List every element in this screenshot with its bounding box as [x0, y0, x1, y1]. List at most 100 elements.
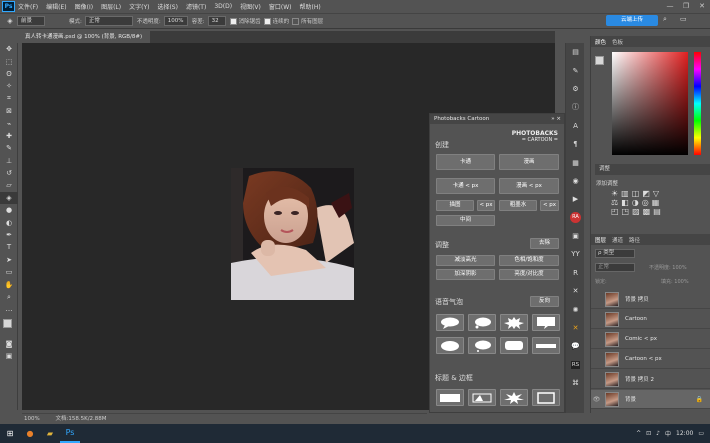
menu-select[interactable]: 选择(S)	[157, 2, 178, 11]
tolerance-input[interactable]: 32	[207, 16, 226, 26]
quick-mask-icon[interactable]: ◙	[0, 338, 18, 350]
cartoon-plugin-icon[interactable]: ✕	[566, 319, 585, 337]
zoom-level[interactable]: 100%	[24, 416, 40, 422]
cloud-bubble-button[interactable]	[436, 337, 464, 354]
edit-toolbar-icon[interactable]: …	[0, 303, 18, 315]
document-image[interactable]	[231, 168, 354, 300]
fill-source-select[interactable]: 前景	[17, 16, 45, 26]
layer-row[interactable]: Cartoon < px	[591, 350, 710, 369]
color-foreground-swatch[interactable]	[595, 56, 604, 65]
sketch-px-button[interactable]: < px	[477, 200, 495, 211]
document-tab[interactable]: 真人转卡通漫画.psd @ 100% (背景, RGB/8#) ×	[22, 31, 150, 52]
glyphs-icon[interactable]: ▣	[566, 227, 585, 245]
firefox-icon[interactable]: ●	[20, 424, 40, 443]
styles-icon[interactable]: ▦	[566, 153, 585, 171]
rectangle-tool-icon[interactable]: ▭	[0, 266, 18, 278]
dodge-tool-icon[interactable]: ◐	[0, 216, 18, 228]
layer-row[interactable]: 背景 拷贝 2	[591, 370, 710, 389]
color-swatches[interactable]	[0, 316, 17, 338]
paint-bucket-icon[interactable]: ◈	[3, 15, 17, 27]
comic-button[interactable]: 漫画	[499, 154, 559, 170]
burst-title-button[interactable]	[500, 389, 528, 406]
menu-filter[interactable]: 滤镜(T)	[186, 2, 206, 11]
opacity-input[interactable]: 100%	[163, 16, 188, 26]
properties-icon[interactable]: ⚙	[566, 80, 585, 98]
magic-wand-icon[interactable]: ✧	[0, 80, 18, 92]
layer-opacity[interactable]: 不透明度: 100%	[649, 264, 687, 271]
foreground-color[interactable]	[3, 318, 12, 328]
cloud-upload-button[interactable]: 云端上传	[606, 15, 658, 26]
tools-plugin-icon[interactable]: ✕	[566, 282, 585, 300]
notification-icon[interactable]: ▭	[698, 430, 704, 437]
tray-up-icon[interactable]: ^	[636, 430, 641, 437]
oval-bubble-button[interactable]	[436, 314, 464, 331]
panel-collapse-icon[interactable]: » ×	[551, 114, 561, 124]
move-tool-icon[interactable]: ✥	[0, 43, 18, 55]
ink-px-button[interactable]: < px	[540, 200, 559, 211]
brush-tool-icon[interactable]: ✎	[0, 142, 18, 154]
cartoon-button[interactable]: 卡通	[436, 154, 495, 170]
close-window-button[interactable]: ✕	[694, 0, 710, 13]
eraser-icon[interactable]: ▱	[0, 179, 18, 191]
color-picker-field[interactable]	[612, 52, 688, 155]
medium-button[interactable]: 中间	[436, 215, 495, 226]
ink-button[interactable]: 粗墨水	[499, 200, 537, 211]
rs-plugin-icon[interactable]: RS	[566, 356, 585, 374]
network-icon[interactable]: ⊡	[646, 430, 651, 437]
paint-bucket-tool-icon[interactable]: ◈	[0, 191, 18, 205]
tab-swatches[interactable]: 色板	[612, 38, 623, 46]
gear-plugin-icon[interactable]: ✺	[566, 300, 585, 318]
history-icon[interactable]: ▤	[566, 43, 585, 61]
r-plugin-icon[interactable]: R	[566, 264, 585, 282]
menu-3d[interactable]: 3D(D)	[214, 3, 232, 10]
layer-filter-select[interactable]: ρ 类型	[595, 249, 635, 258]
yy-plugin-icon[interactable]: YY	[566, 245, 585, 263]
menu-type[interactable]: 文字(Y)	[129, 2, 149, 11]
layer-row[interactable]: Comic < px	[591, 330, 710, 349]
hue-slider[interactable]	[694, 52, 701, 155]
blur-tool-icon[interactable]: ●	[0, 204, 18, 216]
camera-icon[interactable]: ◉	[566, 172, 585, 190]
antialias-checkbox[interactable]	[229, 17, 237, 25]
eyedropper-icon[interactable]: ⌁	[0, 117, 18, 129]
title-box-button[interactable]	[436, 389, 464, 406]
menu-help[interactable]: 帮助(H)	[300, 2, 321, 11]
type-tool-icon[interactable]: T	[0, 241, 18, 253]
dodge-highlights-button[interactable]: 减淡高光	[436, 255, 495, 266]
all-layers-checkbox[interactable]	[292, 17, 300, 25]
volume-icon[interactable]: ♪	[656, 430, 660, 437]
character-icon[interactable]: A	[566, 117, 585, 135]
script-plugin-icon[interactable]: ⌘	[566, 374, 585, 392]
hue-saturation-button[interactable]: 色相/饱和度	[499, 255, 559, 266]
contiguous-checkbox[interactable]	[263, 17, 271, 25]
ime-indicator[interactable]: 中	[665, 429, 671, 438]
hand-tool-icon[interactable]: ✋	[0, 278, 18, 290]
pen-tool-icon[interactable]: ✒	[0, 229, 18, 241]
zoom-tool-icon[interactable]: ⌕	[0, 291, 18, 303]
maximize-button[interactable]: ❐	[678, 0, 694, 13]
caption-box-button[interactable]	[468, 389, 496, 406]
menu-window[interactable]: 窗口(W)	[269, 2, 292, 11]
info-icon[interactable]: ⓘ	[566, 98, 585, 116]
layer-row[interactable]: Cartoon	[591, 310, 710, 329]
adjustments-tab[interactable]: 调整	[595, 164, 710, 175]
rounded-bubble-button[interactable]	[500, 337, 528, 354]
sketch-button[interactable]: 描图	[436, 200, 474, 211]
shout-bubble-button[interactable]	[500, 314, 528, 331]
burn-shadows-button[interactable]: 加深阴影	[436, 269, 495, 280]
comic-px-button[interactable]: 漫画 < px	[499, 178, 559, 194]
brightness-contrast-button[interactable]: 亮度/对比度	[499, 269, 559, 280]
tab-color[interactable]: 颜色	[595, 38, 606, 46]
remove-button[interactable]: 去除	[530, 238, 559, 249]
document-size[interactable]: 文档:158.5K/2.88M	[55, 416, 106, 422]
small-thought-bubble-button[interactable]	[468, 337, 496, 354]
healing-brush-icon[interactable]: ✚	[0, 130, 18, 142]
workspace-icon[interactable]: ▭	[680, 15, 687, 23]
menu-view[interactable]: 视图(V)	[240, 2, 261, 11]
menu-image[interactable]: 图像(I)	[75, 2, 93, 11]
thought-bubble-button[interactable]	[468, 314, 496, 331]
paragraph-icon[interactable]: ¶	[566, 135, 585, 153]
clone-stamp-icon[interactable]: ⊥	[0, 155, 18, 167]
menu-file[interactable]: 文件(F)	[18, 2, 38, 11]
rect-bubble-button[interactable]	[532, 314, 560, 331]
